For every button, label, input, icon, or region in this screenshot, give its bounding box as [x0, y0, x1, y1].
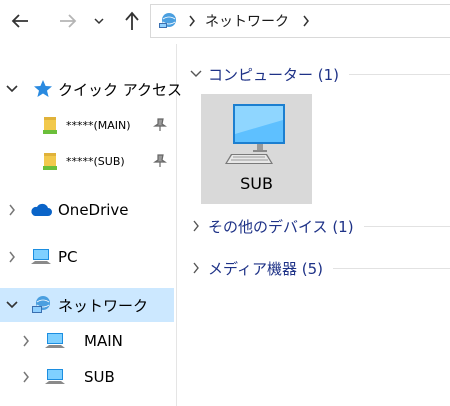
- sidebar-item-quick-access[interactable]: クイック アクセス: [0, 73, 182, 105]
- group-title: その他のデバイス (1): [208, 217, 354, 236]
- sidebar-item-label: OneDrive: [58, 201, 129, 219]
- breadcrumb-chevron-icon[interactable]: [299, 14, 313, 28]
- chevron-down-icon[interactable]: [4, 81, 20, 97]
- forward-arrow-icon: [60, 14, 77, 28]
- chevron-right-icon[interactable]: [18, 333, 34, 349]
- computer-icon: [44, 366, 66, 388]
- group-header-media-devices[interactable]: メディア機器 (5): [190, 256, 450, 280]
- computer-icon: [44, 330, 66, 352]
- computer-item-label: SUB: [240, 174, 273, 193]
- forward-button[interactable]: [56, 8, 80, 34]
- chevron-down-icon[interactable]: [4, 297, 20, 313]
- sidebar-item-main-share[interactable]: *****(MAIN): [0, 109, 174, 141]
- sidebar-item-network[interactable]: ネットワーク: [0, 288, 174, 322]
- chevron-right-icon[interactable]: [4, 202, 20, 218]
- chevron-right-icon[interactable]: [4, 249, 20, 265]
- breadcrumb-separator-icon[interactable]: [185, 14, 199, 28]
- sidebar-item-label: SUB: [84, 368, 115, 386]
- group-header-other-devices[interactable]: その他のデバイス (1): [190, 214, 450, 238]
- group-title: メディア機器 (5): [208, 259, 323, 278]
- up-button[interactable]: [120, 8, 144, 34]
- pin-icon[interactable]: [152, 153, 168, 169]
- pin-icon[interactable]: [152, 117, 168, 133]
- group-divider: [363, 225, 450, 227]
- sidebar-item-network-sub[interactable]: SUB: [0, 361, 174, 393]
- cloud-icon: [30, 199, 52, 221]
- sidebar-item-pc[interactable]: PC: [0, 241, 174, 273]
- sidebar-item-label: *****(SUB): [66, 154, 125, 168]
- sidebar-item-label: MAIN: [84, 332, 123, 350]
- computer-item-sub[interactable]: SUB: [201, 94, 312, 204]
- shared-folder-icon: [40, 150, 62, 172]
- network-location-icon: [157, 10, 179, 32]
- chevron-down-icon[interactable]: [190, 68, 202, 80]
- sidebar-item-label: クイック アクセス: [58, 80, 183, 99]
- chevron-down-icon: [94, 18, 104, 25]
- computer-icon: [30, 246, 52, 268]
- sidebar-item-onedrive[interactable]: OneDrive: [0, 194, 174, 226]
- sidebar-item-label: *****(MAIN): [66, 118, 131, 132]
- breadcrumb-network[interactable]: ネットワーク: [205, 11, 289, 31]
- sidebar-item-sub-share[interactable]: *****(SUB): [0, 145, 174, 177]
- up-arrow-icon: [125, 11, 139, 30]
- address-bar[interactable]: ネットワーク: [150, 4, 450, 38]
- sidebar-item-label: ネットワーク: [58, 296, 149, 315]
- chevron-right-icon[interactable]: [18, 369, 34, 385]
- back-button[interactable]: [8, 8, 32, 34]
- group-header-computers[interactable]: コンピューター (1): [190, 62, 450, 86]
- sidebar-item-label: PC: [58, 248, 78, 266]
- computer-icon: [225, 104, 285, 164]
- network-icon: [30, 294, 52, 316]
- shared-folder-icon: [40, 114, 62, 136]
- back-arrow-icon: [11, 14, 28, 28]
- recent-locations-button[interactable]: [90, 8, 108, 34]
- group-divider: [349, 73, 450, 75]
- group-title: コンピューター (1): [208, 65, 340, 84]
- sidebar-item-network-main[interactable]: MAIN: [0, 325, 174, 357]
- group-divider: [332, 267, 450, 269]
- chevron-right-icon[interactable]: [190, 220, 202, 232]
- star-icon: [32, 78, 54, 100]
- chevron-right-icon[interactable]: [190, 262, 202, 274]
